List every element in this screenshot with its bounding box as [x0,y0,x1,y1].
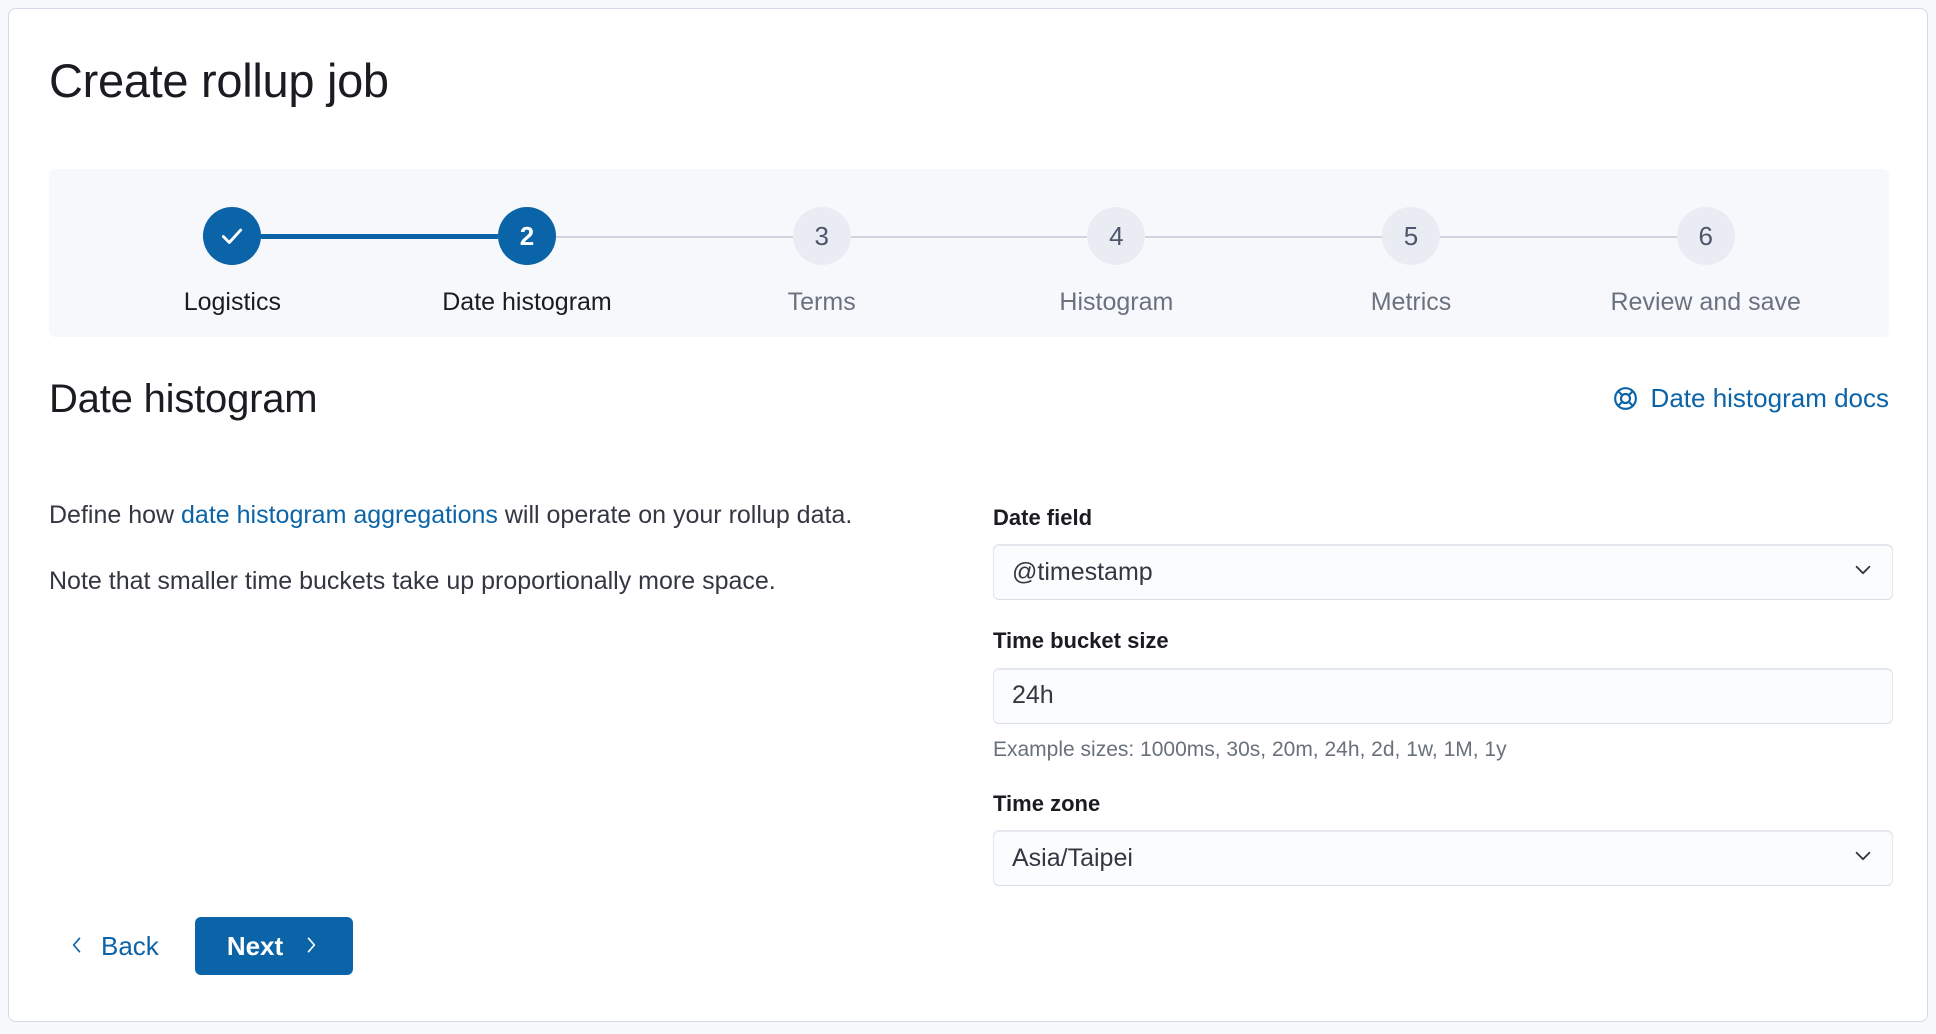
chevron-right-icon [301,931,321,962]
wizard-step-indicator: Logistics 2 Date histogram 3 Terms 4 Histogram… [49,169,1889,337]
step-circle-3: 3 [793,207,851,265]
step-label-3: Terms [788,287,856,317]
step-circle-2: 2 [498,207,556,265]
check-icon [219,223,245,249]
time-zone-label: Time zone [993,791,1893,817]
description-text-after: will operate on your rollup data. [498,501,852,529]
step-label-4: Histogram [1059,287,1173,317]
step-circle-1 [203,207,261,265]
chevron-down-icon [1852,559,1874,586]
description-line-1: Define how date histogram aggregations w… [49,497,889,533]
wizard-navigation: Back Next [49,917,353,975]
back-button[interactable]: Back [49,919,177,973]
back-button-label: Back [101,931,159,962]
step-label-5: Metrics [1371,287,1452,317]
wizard-step-logistics[interactable]: Logistics [85,207,380,317]
date-field-group: Date field @timestamp [993,505,1893,600]
create-rollup-job-wizard: Create rollup job Logistics 2 Date histogr… [8,8,1928,1022]
wizard-step-metrics[interactable]: 5 Metrics [1264,207,1559,317]
time-bucket-size-group: Time bucket size 24h Example sizes: 1000… [993,628,1893,763]
step-label-1: Logistics [184,287,281,317]
time-zone-value: Asia/Taipei [1012,846,1133,871]
date-histogram-docs-link[interactable]: Date histogram docs [1612,383,1889,414]
next-button[interactable]: Next [195,917,353,975]
wizard-step-date-histogram[interactable]: 2 Date histogram [380,207,675,317]
step-circle-4: 4 [1087,207,1145,265]
step-label-2: Date histogram [442,287,612,317]
next-button-label: Next [227,931,283,962]
description-text-before: Define how [49,501,181,529]
time-bucket-size-label: Time bucket size [993,628,1893,654]
date-field-select[interactable]: @timestamp [993,544,1893,600]
chevron-down-icon [1852,845,1874,872]
section-title: Date histogram [49,377,317,421]
date-histogram-form: Date field @timestamp Time bucket size 2… [993,505,1893,886]
description-line-2: Note that smaller time buckets take up p… [49,563,889,599]
time-zone-select[interactable]: Asia/Taipei [993,830,1893,886]
help-lifebuoy-icon [1612,385,1639,412]
wizard-step-histogram[interactable]: 4 Histogram [969,207,1264,317]
wizard-step-terms[interactable]: 3 Terms [674,207,969,317]
time-bucket-size-input[interactable]: 24h [993,668,1893,724]
docs-link-label: Date histogram docs [1651,383,1889,414]
date-field-value: @timestamp [1012,560,1153,585]
time-zone-group: Time zone Asia/Taipei [993,791,1893,886]
time-bucket-size-helper: Example sizes: 1000ms, 30s, 20m, 24h, 2d… [993,736,1893,763]
date-histogram-aggregations-link[interactable]: date histogram aggregations [181,501,498,529]
page-title: Create rollup job [49,55,389,107]
time-bucket-size-value: 24h [1012,683,1054,708]
section-header: Date histogram Date histogram docs [49,377,1889,433]
step-circle-6: 6 [1677,207,1735,265]
step-circle-5: 5 [1382,207,1440,265]
step-label-6: Review and save [1611,287,1801,317]
chevron-left-icon [67,931,87,962]
date-field-label: Date field [993,505,1893,531]
description-block: Define how date histogram aggregations w… [49,497,889,600]
wizard-step-review-and-save[interactable]: 6 Review and save [1558,207,1853,317]
